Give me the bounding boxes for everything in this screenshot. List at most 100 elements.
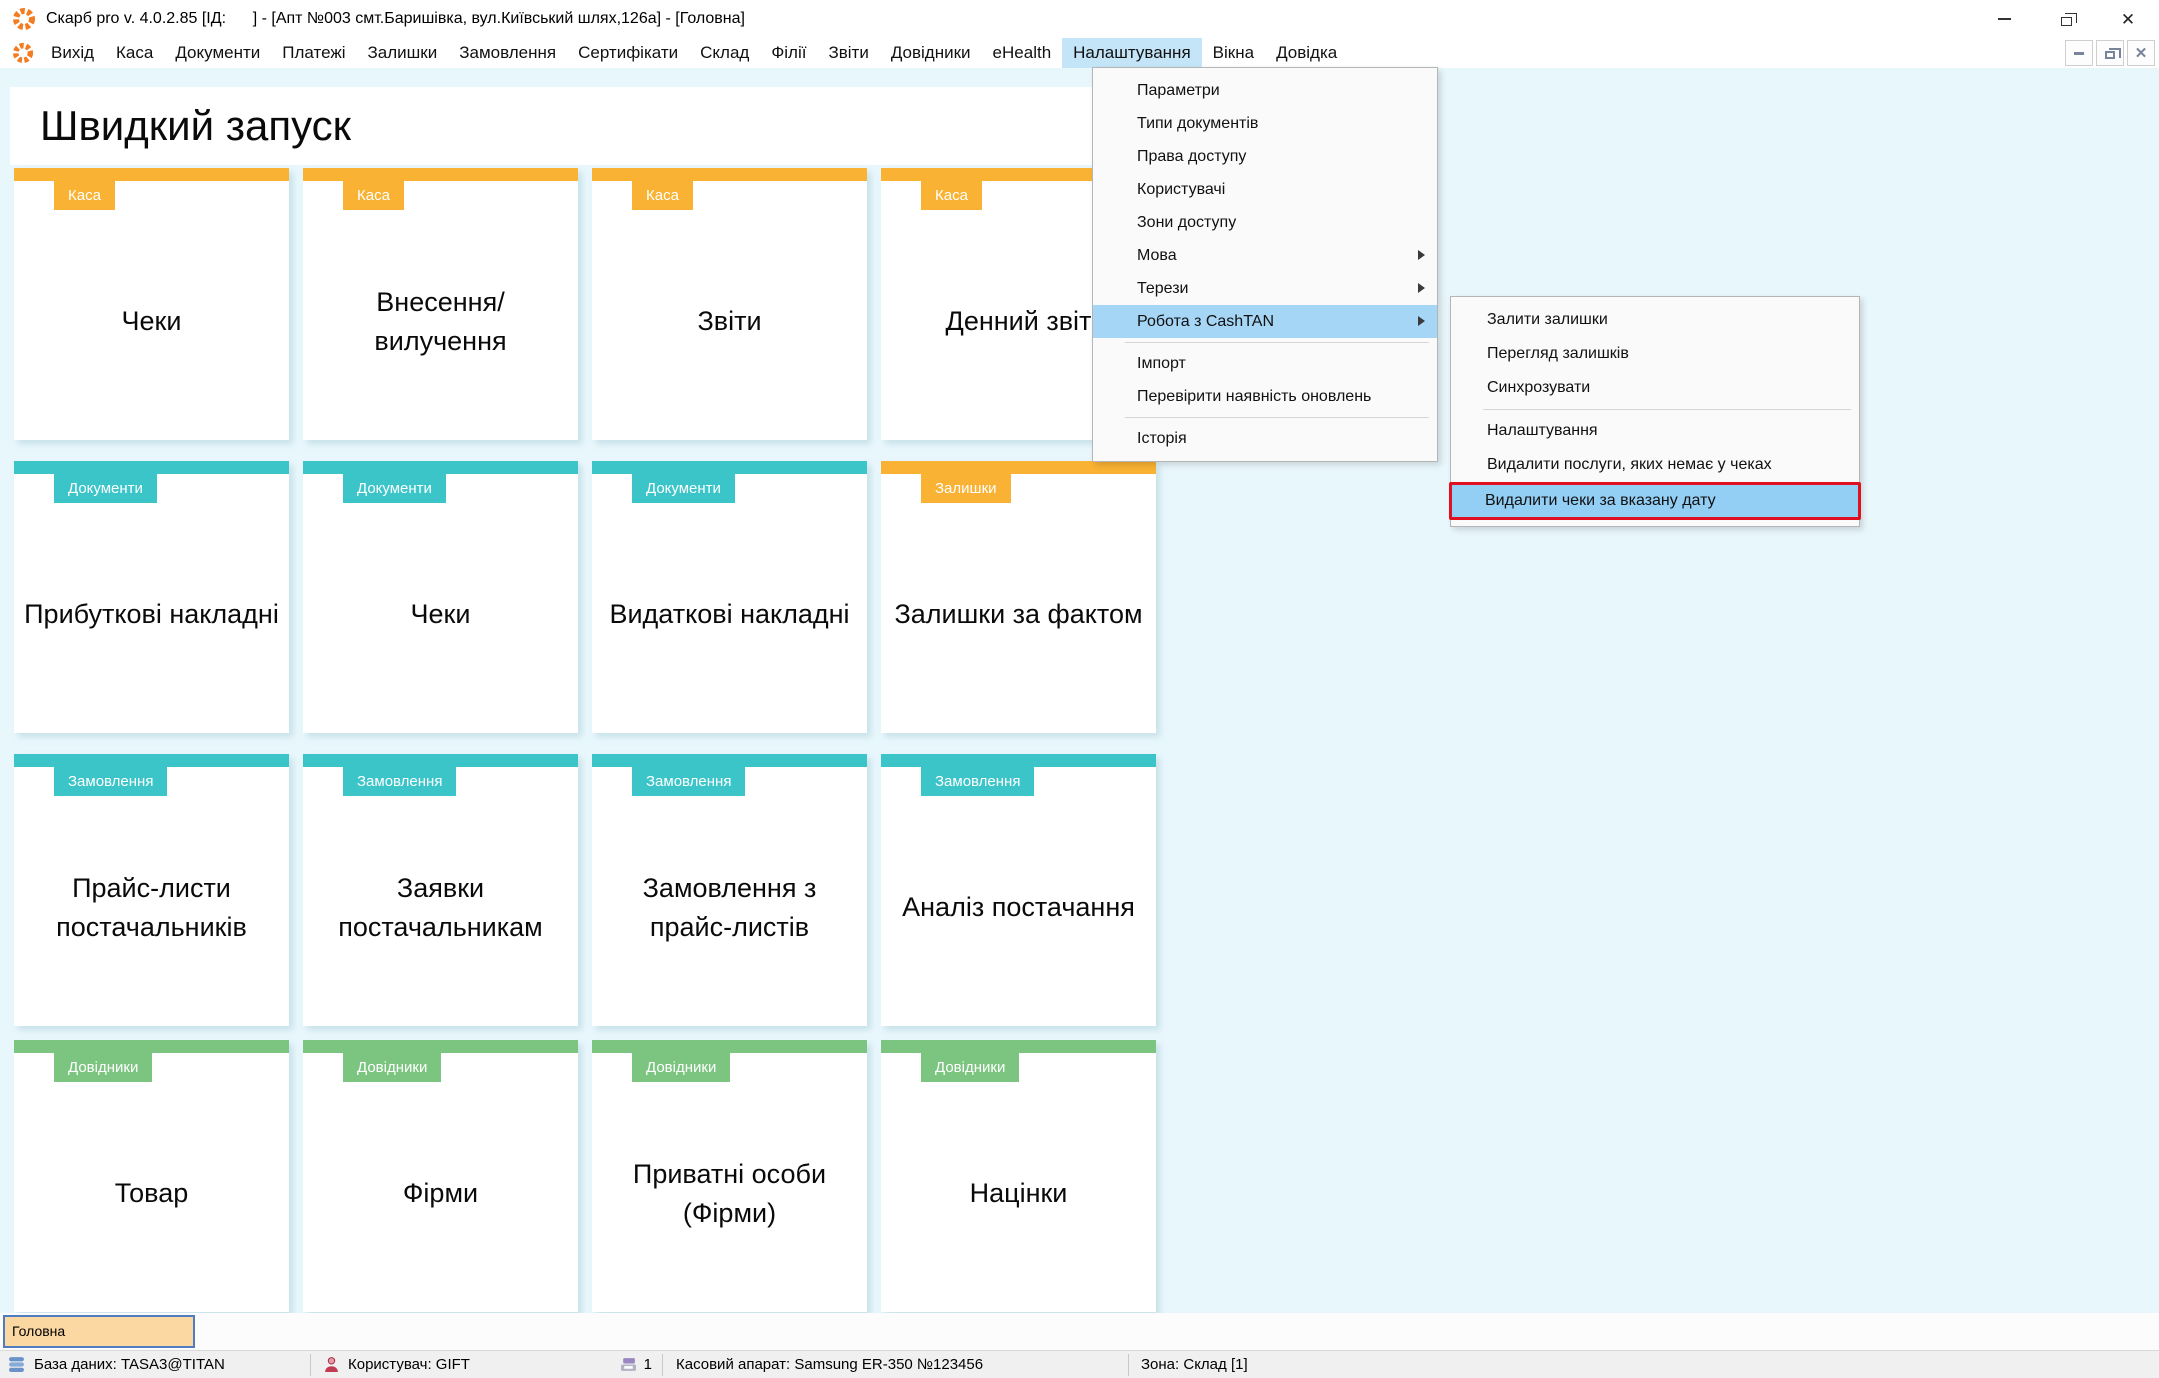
- title-bar: Скарб pro v. 4.0.2.85 [ІД: ] - [Апт №003…: [0, 0, 2159, 38]
- menu-bar: Вихід Каса Документи Платежі Залишки Зам…: [0, 38, 2159, 68]
- menu-separator: [1125, 417, 1429, 418]
- register-label: Касовий апарат: Samsung ER-350 №123456: [676, 1356, 983, 1373]
- settings-item-import[interactable]: Імпорт: [1093, 347, 1437, 380]
- tile-label: Заявки постачальникам: [303, 754, 578, 1026]
- settings-item-istoriia[interactable]: Історія: [1093, 422, 1437, 455]
- tile-label: Звіти: [592, 168, 867, 440]
- user-label: Користувач: GIFT: [348, 1356, 470, 1373]
- menu-item-zvity[interactable]: Звіти: [817, 38, 879, 68]
- tile-label: Залишки за фактом: [881, 461, 1156, 733]
- status-bar: База даних: TASA3@TITAN Користувач: GIFT…: [0, 1350, 2159, 1378]
- restore-icon: [2061, 17, 2072, 26]
- tile-dokumenty-vydatkovi[interactable]: Документи Видаткові накладні: [592, 461, 867, 733]
- menu-item-vyhid[interactable]: Вихід: [40, 38, 105, 68]
- menu-item-nalashtuvannia[interactable]: Налаштування: [1062, 38, 1202, 68]
- settings-item-prava-dostupu[interactable]: Права доступу: [1093, 140, 1437, 173]
- mdi-close-button[interactable]: ✕: [2127, 40, 2155, 66]
- window-controls: ✕: [1973, 0, 2159, 38]
- register-count: 1: [644, 1356, 652, 1373]
- submenu-arrow-icon: [1418, 316, 1425, 326]
- menu-item-dovidka[interactable]: Довідка: [1265, 38, 1348, 68]
- cashtan-item-synkhrozuvaty[interactable]: Синхрозувати: [1451, 371, 1859, 405]
- tile-label: Приватні особи (Фірми): [592, 1040, 867, 1312]
- menu-item-sertyfikaty[interactable]: Сертифікати: [567, 38, 689, 68]
- settings-item-mova[interactable]: Мова: [1093, 239, 1437, 272]
- tile-dovidnyky-tovar[interactable]: Довідники Товар: [14, 1040, 289, 1312]
- tab-holovna[interactable]: Головна: [3, 1315, 195, 1348]
- cashtan-item-nalashtuvannia[interactable]: Налаштування: [1451, 414, 1859, 448]
- tab-strip: Головна: [0, 1313, 2159, 1350]
- menu-item-vikna[interactable]: Вікна: [1202, 38, 1265, 68]
- mdi-minimize-button[interactable]: [2065, 40, 2093, 66]
- status-zone: Зона: Склад [1]: [1129, 1351, 2159, 1378]
- cashtan-submenu: Залити залишки Перегляд залишків Синхроз…: [1450, 296, 1860, 527]
- menu-item-platezhi[interactable]: Платежі: [271, 38, 356, 68]
- settings-item-label: Робота з CashTAN: [1137, 313, 1274, 330]
- menu-item-zamovlennia[interactable]: Замовлення: [448, 38, 567, 68]
- menu-item-zalyshky[interactable]: Залишки: [357, 38, 449, 68]
- menu-item-dovidnyky[interactable]: Довідники: [880, 38, 982, 68]
- tile-dokumenty-prybutkovi[interactable]: Документи Прибуткові накладні: [14, 461, 289, 733]
- tile-label: Чеки: [14, 168, 289, 440]
- settings-menu: Параметри Типи документів Права доступу …: [1092, 67, 1438, 462]
- tile-dovidnyky-firmy[interactable]: Довідники Фірми: [303, 1040, 578, 1312]
- cashtan-item-perehliad-zalyshkiv[interactable]: Перегляд залишків: [1451, 337, 1859, 371]
- settings-item-robota-z-cashtan[interactable]: Робота з CashTAN: [1093, 305, 1437, 338]
- menu-item-filii[interactable]: Філії: [760, 38, 817, 68]
- tile-zamovlennia-z-price-lystiv[interactable]: Замовлення Замовлення з прайс-листів: [592, 754, 867, 1026]
- settings-item-parametry[interactable]: Параметри: [1093, 74, 1437, 107]
- minimize-icon: [2074, 52, 2084, 55]
- cashtan-item-vydalyty-cheky-za-datu[interactable]: Видалити чеки за вказану дату: [1449, 482, 1861, 520]
- settings-item-typy-dokumentiv[interactable]: Типи документів: [1093, 107, 1437, 140]
- menu-item-dokumenty[interactable]: Документи: [164, 38, 271, 68]
- status-user: Користувач: GIFT 1: [311, 1351, 662, 1378]
- window-title: Скарб pro v. 4.0.2.85 [ІД: ] - [Апт №003…: [46, 10, 745, 28]
- restore-icon: [2105, 51, 2115, 59]
- database-label: База даних: TASA3@TITAN: [34, 1356, 225, 1373]
- tile-kasa-vnesennia[interactable]: Каса Внесення/вилучення: [303, 168, 578, 440]
- tile-dovidnyky-pryvatni-osoby[interactable]: Довідники Приватні особи (Фірми): [592, 1040, 867, 1312]
- close-icon: ✕: [2135, 46, 2148, 61]
- restore-button[interactable]: [2035, 0, 2097, 38]
- tile-dokumenty-cheky[interactable]: Документи Чеки: [303, 461, 578, 733]
- tile-label: Фірми: [303, 1040, 578, 1312]
- cashtan-item-zalyty-zalyshky[interactable]: Залити залишки: [1451, 303, 1859, 337]
- tile-kasa-zvity[interactable]: Каса Звіти: [592, 168, 867, 440]
- menu-separator: [1483, 409, 1851, 410]
- tile-zalyshky-za-faktom[interactable]: Залишки Залишки за фактом: [881, 461, 1156, 733]
- quick-launch-header: Швидкий запуск: [10, 87, 1095, 165]
- tile-kasa-cheky[interactable]: Каса Чеки: [14, 168, 289, 440]
- tile-zamovlennia-price-lysty[interactable]: Замовлення Прайс-листи постачальників: [14, 754, 289, 1026]
- tile-label: Чеки: [303, 461, 578, 733]
- menu-item-kasa[interactable]: Каса: [105, 38, 164, 68]
- settings-item-korystuvachi[interactable]: Користувачі: [1093, 173, 1437, 206]
- tile-label: Прибуткові накладні: [14, 461, 289, 733]
- settings-item-label: Терези: [1137, 280, 1189, 297]
- settings-item-terezy[interactable]: Терези: [1093, 272, 1437, 305]
- submenu-arrow-icon: [1418, 250, 1425, 260]
- menu-item-sklad[interactable]: Склад: [689, 38, 760, 68]
- tile-zamovlennia-analiz[interactable]: Замовлення Аналіз постачання: [881, 754, 1156, 1026]
- zone-label: Зона: Склад [1]: [1141, 1356, 1248, 1373]
- close-icon: ✕: [2121, 11, 2135, 28]
- settings-item-zony-dostupu[interactable]: Зони доступу: [1093, 206, 1437, 239]
- tile-label: Внесення/вилучення: [303, 168, 578, 440]
- menu-item-ehealth[interactable]: eHealth: [982, 38, 1063, 68]
- tile-label: Аналіз постачання: [881, 754, 1156, 1026]
- submenu-arrow-icon: [1418, 283, 1425, 293]
- tile-label: Товар: [14, 1040, 289, 1312]
- tile-zamovlennia-zaiavky[interactable]: Замовлення Заявки постачальникам: [303, 754, 578, 1026]
- database-icon: [8, 1356, 25, 1373]
- settings-item-perevirka-onovlen[interactable]: Перевірити наявність оновлень: [1093, 380, 1437, 413]
- mdi-window-controls: ✕: [2065, 38, 2159, 68]
- mdi-restore-button[interactable]: [2096, 40, 2124, 66]
- tile-label: Націнки: [881, 1040, 1156, 1312]
- settings-item-label: Мова: [1137, 247, 1177, 264]
- minimize-button[interactable]: [1973, 0, 2035, 38]
- close-button[interactable]: ✕: [2097, 0, 2159, 38]
- cashtan-item-vydalyty-posluhy[interactable]: Видалити послуги, яких немає у чеках: [1451, 448, 1859, 482]
- app-logo-icon: [12, 7, 36, 31]
- tile-label: Замовлення з прайс-листів: [592, 754, 867, 1026]
- tile-dovidnyky-nacinky[interactable]: Довідники Націнки: [881, 1040, 1156, 1312]
- cash-register-icon: [620, 1356, 637, 1373]
